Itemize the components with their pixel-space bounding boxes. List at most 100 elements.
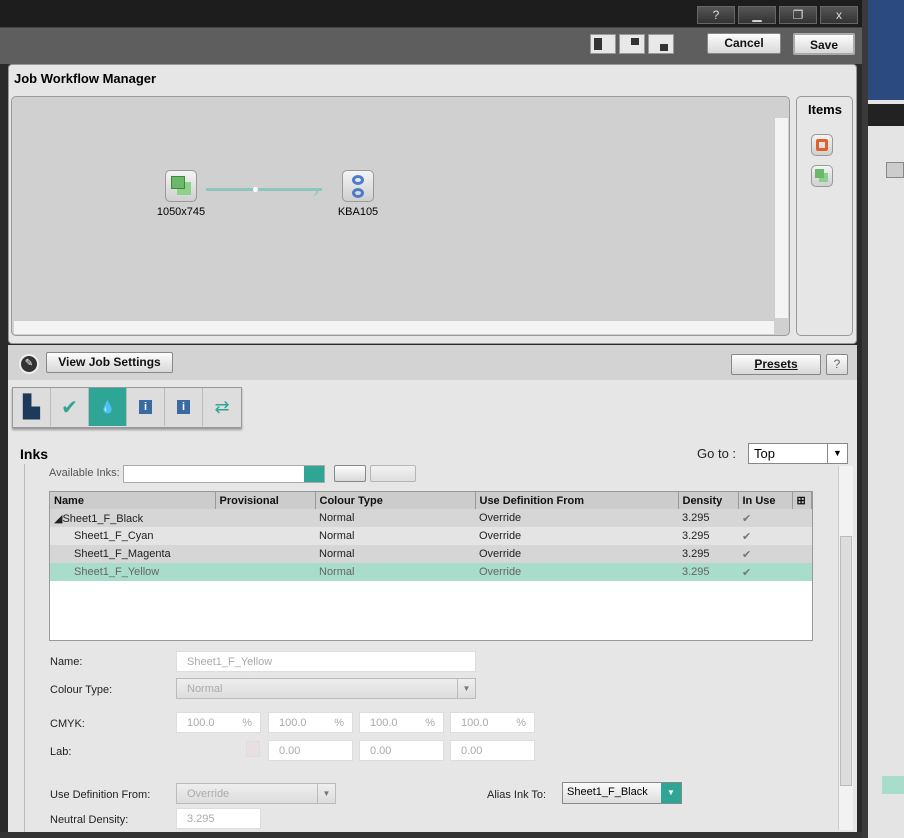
inks-icon[interactable]: 💧: [89, 388, 127, 426]
section-title: Inks: [20, 446, 49, 462]
lab-b-input[interactable]: 0.00: [450, 740, 535, 761]
minimize-button[interactable]: ▁: [738, 6, 776, 24]
wrench-icon[interactable]: ✎: [19, 354, 39, 374]
lab-l-input[interactable]: 0.00: [268, 740, 353, 761]
goto-value: Top: [754, 446, 775, 461]
table-row-selected[interactable]: Sheet1_F_Yellow Normal Override 3.295 ✔: [50, 563, 812, 581]
arrow-icon: ›: [313, 181, 319, 201]
goto-label: Go to :: [697, 446, 737, 461]
cell-provisional: [215, 545, 315, 563]
view-job-settings-button[interactable]: View Job Settings: [46, 352, 173, 373]
layout-left-icon[interactable]: [590, 34, 616, 54]
workflow-title: Job Workflow Manager: [14, 71, 157, 86]
table-row[interactable]: ◢Sheet1_F_Black Normal Override 3.295 ✔: [50, 509, 812, 527]
goto-select[interactable]: Top ▼: [748, 443, 848, 464]
col-in-use[interactable]: In Use: [738, 492, 793, 509]
name-input[interactable]: Sheet1_F_Yellow: [176, 651, 476, 672]
cell-def: Override: [479, 530, 522, 542]
cyan-input[interactable]: 100.0%: [176, 712, 261, 733]
presets-button[interactable]: Presets: [731, 354, 821, 375]
import-icon[interactable]: ▙: [13, 388, 51, 426]
customer-info-icon[interactable]: i: [165, 388, 203, 426]
preflight-icon[interactable]: ✔: [51, 388, 89, 426]
chevron-down-icon: ▼: [317, 784, 335, 803]
col-use-definition[interactable]: Use Definition From: [475, 492, 679, 509]
alias-label: Alias Ink To:: [487, 789, 547, 801]
cell-provisional: [215, 509, 315, 527]
alias-select[interactable]: Sheet1_F_Black ▼: [562, 782, 682, 804]
output-icon[interactable]: ⇄: [203, 388, 241, 426]
colour-type-label: Colour Type:: [50, 684, 113, 696]
check-icon: ✔: [742, 530, 752, 543]
connector: [206, 188, 322, 191]
cell-provisional: [215, 563, 315, 581]
canvas-hscrollbar[interactable]: [14, 320, 774, 334]
close-button[interactable]: x: [820, 6, 858, 24]
name-label: Name:: [50, 656, 83, 668]
col-provisional[interactable]: Provisional: [215, 492, 316, 509]
layout-topright-icon[interactable]: [619, 34, 645, 54]
magenta-input[interactable]: 100.0%: [268, 712, 353, 733]
column-chooser-icon[interactable]: ⊞: [792, 492, 812, 509]
delete-button[interactable]: [370, 465, 416, 482]
table-row[interactable]: Sheet1_F_Magenta Normal Override 3.295 ✔: [50, 545, 812, 563]
available-inks-label: Available Inks:: [49, 467, 120, 479]
use-def-select[interactable]: Override ▼: [176, 783, 336, 804]
inks-table: Name Provisional Colour Type Use Definit…: [49, 491, 813, 641]
lab-label: Lab:: [50, 746, 72, 758]
cmyk-label: CMYK:: [50, 718, 85, 730]
add-button[interactable]: [334, 465, 366, 482]
cell-type: Normal: [319, 566, 355, 578]
cell-density: 3.295: [682, 512, 710, 524]
neutral-density-input[interactable]: 3.295: [176, 808, 261, 829]
lab-a-input[interactable]: 0.00: [359, 740, 444, 761]
cell-def: Override: [479, 512, 522, 524]
inks-vscrollbar[interactable]: [838, 466, 853, 830]
background-window: [862, 0, 904, 838]
canvas-vscrollbar[interactable]: [774, 118, 788, 318]
cell-density: 3.295: [682, 566, 710, 578]
restore-button[interactable]: ❐: [779, 6, 817, 24]
help-button[interactable]: ?: [826, 354, 848, 375]
col-name[interactable]: Name: [50, 492, 216, 509]
percent-label: %: [425, 717, 435, 729]
press-item-icon[interactable]: [811, 134, 833, 156]
node-label: KBA105: [337, 206, 379, 218]
cell-def: Override: [479, 566, 522, 578]
sheet-item-icon[interactable]: [811, 165, 833, 187]
col-colour-type[interactable]: Colour Type: [315, 492, 476, 509]
percent-label: %: [516, 717, 526, 729]
sheet-icon[interactable]: [165, 170, 197, 202]
alias-value: Sheet1_F_Black: [567, 786, 648, 798]
check-icon: ✔: [742, 566, 752, 579]
yellow-value: 100.0: [370, 717, 398, 729]
cell-type: Normal: [319, 530, 355, 542]
cell-type: Normal: [319, 512, 355, 524]
cell-name: ◢Sheet1_F_Black: [54, 512, 144, 525]
black-input[interactable]: 100.0%: [450, 712, 535, 733]
cell-density: 3.295: [682, 548, 710, 560]
cell-density: 3.295: [682, 530, 710, 542]
connector-point[interactable]: [253, 187, 258, 192]
lab-swatch: [246, 741, 260, 757]
inks-scroll-area: Available Inks: Name Provisional Colour …: [24, 464, 838, 832]
workflow-canvas[interactable]: [11, 96, 790, 336]
col-density[interactable]: Density: [678, 492, 739, 509]
job-info-icon[interactable]: i: [127, 388, 165, 426]
node-label: 1050x745: [156, 206, 206, 218]
yellow-input[interactable]: 100.0%: [359, 712, 444, 733]
help-button[interactable]: ?: [697, 6, 735, 24]
layout-bottomright-icon[interactable]: [648, 34, 674, 54]
press-icon[interactable]: [342, 170, 374, 202]
cell-name: Sheet1_F_Yellow: [74, 566, 160, 578]
cell-provisional: [215, 527, 315, 545]
cancel-button[interactable]: Cancel: [707, 33, 781, 54]
save-button[interactable]: Save: [793, 33, 855, 55]
magenta-value: 100.0: [279, 717, 307, 729]
check-icon: ✔: [742, 512, 752, 525]
colour-type-select[interactable]: Normal ▼: [176, 678, 476, 699]
table-row[interactable]: Sheet1_F_Cyan Normal Override 3.295 ✔: [50, 527, 812, 545]
cell-def: Override: [479, 548, 522, 560]
available-inks-select[interactable]: [123, 465, 325, 483]
use-def-label: Use Definition From:: [50, 789, 151, 801]
